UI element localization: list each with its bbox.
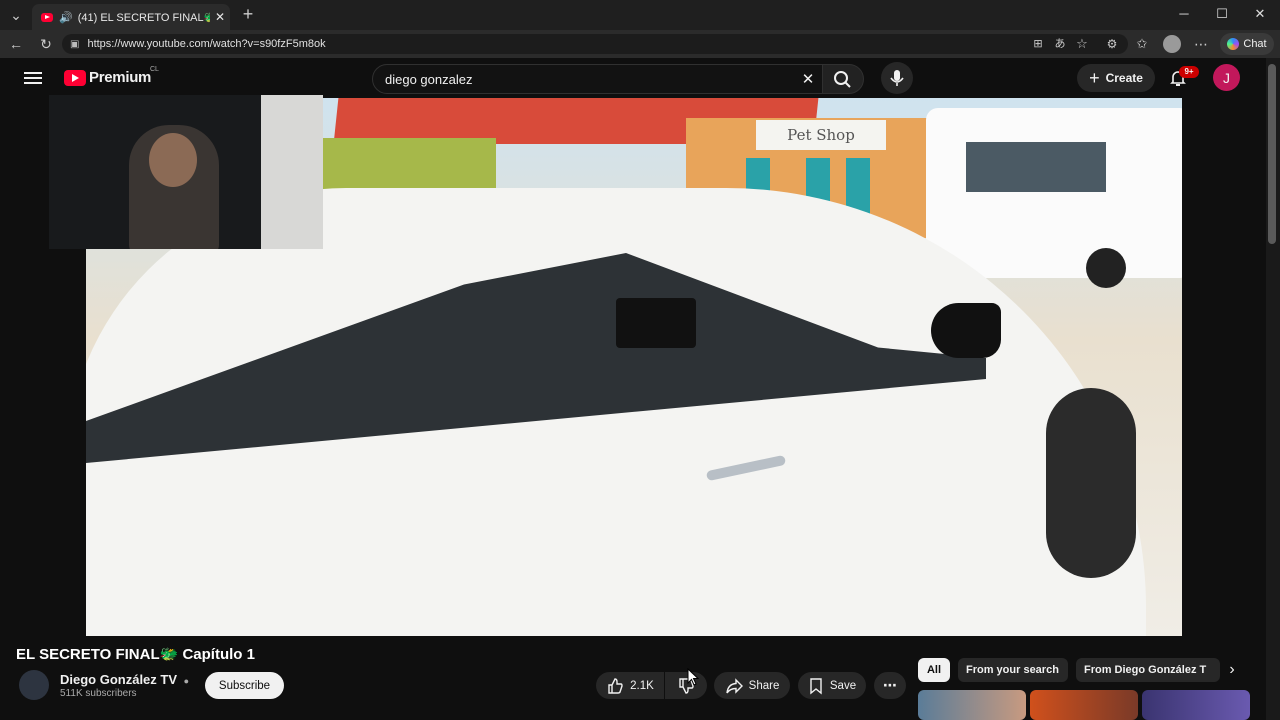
save-label: Save [829, 679, 857, 692]
address-bar[interactable]: ▣ https://www.youtube.com/watch?v=s90fzF… [62, 34, 1128, 54]
extensions-icon[interactable]: ⚙ [1102, 34, 1122, 54]
more-actions-icon[interactable]: ⋯ [874, 672, 906, 699]
video-title: EL SECRETO FINAL🐲 Capítulo 1 [16, 646, 255, 663]
recommendation-thumbnail[interactable] [918, 690, 1026, 720]
close-window-icon[interactable]: ✕ [1250, 6, 1270, 22]
search-input[interactable]: diego gonzalez [385, 72, 793, 87]
share-button[interactable]: Share [714, 672, 790, 699]
verified-icon: ● [183, 676, 190, 686]
more-options-icon[interactable]: ⋯ [1191, 34, 1211, 54]
streamer-face [149, 133, 197, 187]
app-available-icon[interactable]: ⊞ [1028, 34, 1048, 54]
chat-label: Chat [1243, 38, 1267, 50]
dislike-button[interactable] [665, 672, 707, 699]
chip-from-channel[interactable]: From Diego González T [1076, 658, 1220, 682]
channel-avatar[interactable] [19, 670, 49, 700]
account-avatar[interactable]: J [1213, 64, 1240, 91]
youtube-favicon-icon [41, 12, 53, 22]
site-info-icon[interactable]: ▣ [70, 39, 79, 50]
chevron-right-icon[interactable]: › [1222, 660, 1242, 680]
like-count: 2.1K [630, 679, 654, 692]
minimize-icon[interactable]: ─ [1174, 6, 1194, 21]
chip-from-your-search[interactable]: From your search [958, 658, 1068, 682]
create-button[interactable]: + Create [1077, 64, 1155, 92]
browser-tab[interactable]: 🔊 (41) EL SECRETO FINAL🐲 Ca ✕ [32, 4, 230, 30]
like-button[interactable]: 2.1K [596, 672, 664, 699]
copilot-icon [1227, 38, 1240, 50]
subscriber-count: 511K subscribers [60, 688, 137, 699]
scrollbar-thumb[interactable] [1268, 64, 1276, 244]
save-button[interactable]: Save [798, 672, 866, 699]
new-tab-icon[interactable]: + [238, 4, 258, 24]
search-button[interactable] [822, 64, 864, 94]
subscribe-button[interactable]: Subscribe [205, 672, 284, 699]
pet-shop-sign: Pet Shop [756, 120, 886, 150]
van-windshield [966, 142, 1106, 192]
speaker-icon[interactable]: 🔊 [59, 11, 73, 24]
chat-button[interactable]: Chat [1220, 33, 1274, 55]
tab-title: (41) EL SECRETO FINAL🐲 Ca [77, 11, 210, 24]
favorites-icon[interactable]: ✩ [1132, 34, 1152, 54]
tab-list-icon[interactable]: ⌄ [6, 5, 26, 25]
mouse-cursor-icon [687, 668, 699, 686]
logo-text[interactable]: Premium [89, 69, 151, 86]
search-box[interactable]: diego gonzalez ✕ [372, 64, 824, 94]
url-text: https://www.youtube.com/watch?v=s90fzF5m… [87, 38, 326, 50]
back-icon[interactable]: ← [6, 34, 26, 54]
favorite-star-icon[interactable]: ☆ [1072, 34, 1092, 54]
translate-icon[interactable]: あ [1050, 34, 1070, 54]
van-wheel [1086, 248, 1126, 288]
profile-icon[interactable] [1163, 35, 1181, 53]
chip-all[interactable]: All [918, 658, 950, 682]
share-label: Share [748, 679, 780, 692]
reload-icon[interactable]: ↻ [36, 34, 56, 54]
webcam-door [261, 95, 323, 249]
car-dashboard-screen [616, 298, 696, 348]
plus-icon: + [1089, 67, 1100, 88]
notification-badge: 9+ [1179, 66, 1199, 78]
menu-icon[interactable] [24, 70, 42, 86]
maximize-icon[interactable]: ☐ [1212, 6, 1232, 22]
bookmark-icon [810, 677, 822, 694]
search-icon [834, 71, 851, 88]
region-code: CL [150, 66, 159, 73]
like-icon [608, 677, 623, 694]
white-van [926, 108, 1182, 288]
car-tire [1046, 388, 1136, 578]
recommendation-thumbnail[interactable] [1142, 690, 1250, 720]
car-side-mirror [931, 303, 1001, 358]
share-icon [725, 677, 743, 694]
create-label: Create [1105, 71, 1143, 85]
youtube-logo-icon[interactable] [64, 70, 86, 86]
channel-name-text[interactable]: Diego González TV [60, 672, 177, 687]
channel-name[interactable]: Diego González TV ● [60, 672, 189, 687]
voice-search-button[interactable] [881, 62, 913, 94]
webcam-overlay [49, 95, 323, 249]
close-tab-icon[interactable]: ✕ [210, 10, 230, 24]
microphone-icon [890, 70, 904, 86]
recommendation-thumbnail[interactable] [1030, 690, 1138, 720]
clear-search-icon[interactable]: ✕ [793, 70, 823, 88]
